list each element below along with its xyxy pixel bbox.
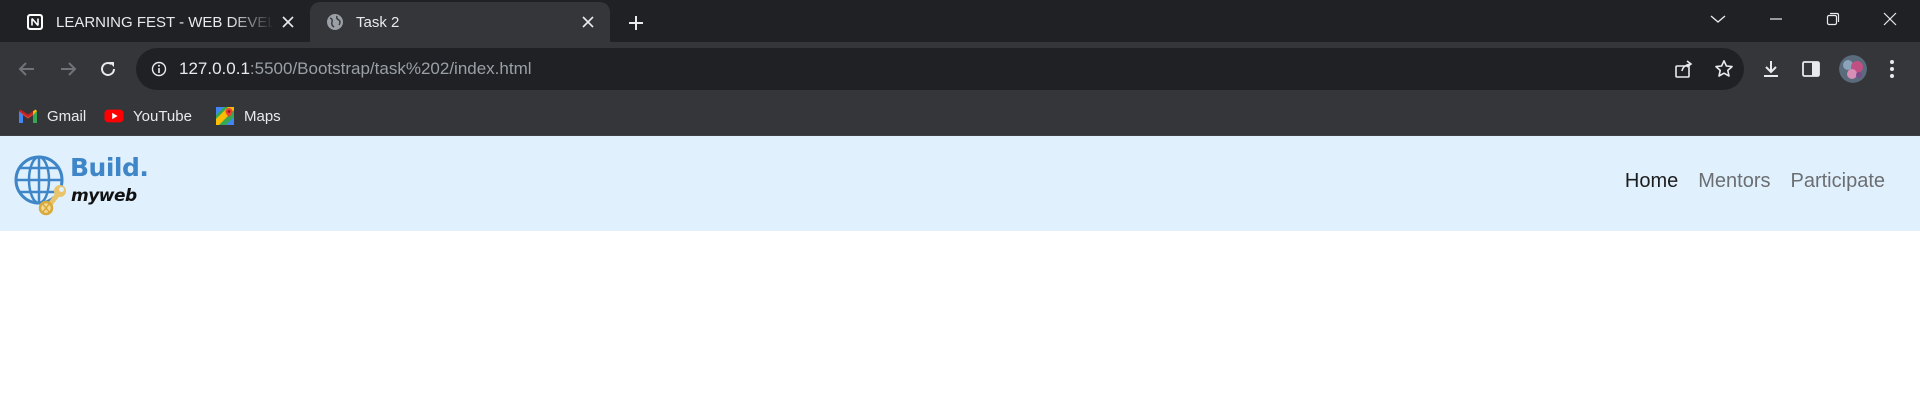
gmail-icon	[18, 106, 38, 126]
chevron-down-icon	[1710, 15, 1726, 23]
site-info-icon[interactable]	[149, 59, 169, 79]
url-text[interactable]: 127.0.0.1:5500/Bootstrap/task%202/index.…	[179, 59, 532, 79]
close-tab-icon[interactable]	[574, 8, 602, 36]
url-host: 127.0.0.1	[179, 59, 250, 78]
url-path: :5500/Bootstrap/task%202/index.html	[249, 59, 532, 78]
minimize-button[interactable]	[1748, 0, 1804, 38]
address-bar[interactable]: 127.0.0.1:5500/Bootstrap/task%202/index.…	[136, 48, 1744, 90]
close-tab-icon[interactable]	[274, 8, 302, 36]
bookmark-star-icon[interactable]	[1712, 57, 1736, 81]
brand-line-1: Build.	[70, 153, 149, 182]
restore-button[interactable]	[1805, 0, 1861, 38]
tab-strip: LEARNING FEST - WEB DEVELOPMENT Task 2	[0, 0, 1920, 42]
arrow-right-icon	[61, 62, 77, 76]
nav-link-participate[interactable]: Participate	[1781, 170, 1896, 193]
forward-button[interactable]	[50, 51, 86, 87]
site-navbar: Build. myweb Home Mentors Participate	[0, 136, 1920, 231]
tab-task-2[interactable]: Task 2	[310, 2, 610, 42]
kebab-menu-icon[interactable]	[1878, 55, 1906, 83]
globe-wrench-logo-icon	[14, 155, 66, 216]
tab-title: Task 2	[356, 13, 400, 31]
bookmark-gmail[interactable]: Gmail	[18, 103, 86, 129]
side-panel-icon[interactable]	[1797, 55, 1825, 83]
globe-icon	[325, 12, 345, 32]
brand-line-2: myweb	[71, 186, 137, 206]
close-icon	[1883, 12, 1897, 26]
site-nav-links: Home Mentors Participate	[1615, 170, 1895, 193]
back-button[interactable]	[9, 51, 45, 87]
new-tab-button[interactable]	[620, 7, 652, 39]
bookmark-label: YouTube	[133, 107, 192, 125]
restore-icon	[1826, 12, 1840, 26]
nav-link-home[interactable]: Home	[1615, 170, 1688, 193]
maps-icon	[215, 106, 235, 126]
notion-icon	[25, 12, 45, 32]
bookmark-label: Maps	[244, 107, 281, 125]
minimize-icon	[1770, 18, 1782, 20]
youtube-icon	[104, 106, 124, 126]
bookmark-youtube[interactable]: YouTube	[104, 103, 192, 129]
plus-icon	[629, 16, 643, 30]
bookmark-maps[interactable]: Maps	[215, 103, 281, 129]
page-viewport: Build. myweb Home Mentors Participate	[0, 136, 1920, 411]
bookmarks-bar: Gmail YouTube Maps	[0, 97, 1920, 136]
tab-title: LEARNING FEST - WEB DEVELOPMENT	[56, 13, 274, 31]
download-icon[interactable]	[1757, 55, 1785, 83]
brand-logo[interactable]: Build. myweb	[14, 150, 149, 216]
reload-icon	[101, 61, 115, 76]
reload-button[interactable]	[90, 51, 126, 87]
nav-link-mentors[interactable]: Mentors	[1688, 170, 1780, 193]
share-icon[interactable]	[1672, 57, 1696, 81]
tab-learning-fest[interactable]: LEARNING FEST - WEB DEVELOPMENT	[10, 2, 310, 42]
bookmark-label: Gmail	[47, 107, 87, 125]
tab-search-button[interactable]	[1690, 0, 1746, 38]
close-window-button[interactable]	[1862, 0, 1918, 38]
arrow-left-icon	[18, 62, 34, 76]
profile-avatar[interactable]	[1839, 55, 1867, 83]
browser-toolbar: 127.0.0.1:5500/Bootstrap/task%202/index.…	[0, 42, 1920, 97]
